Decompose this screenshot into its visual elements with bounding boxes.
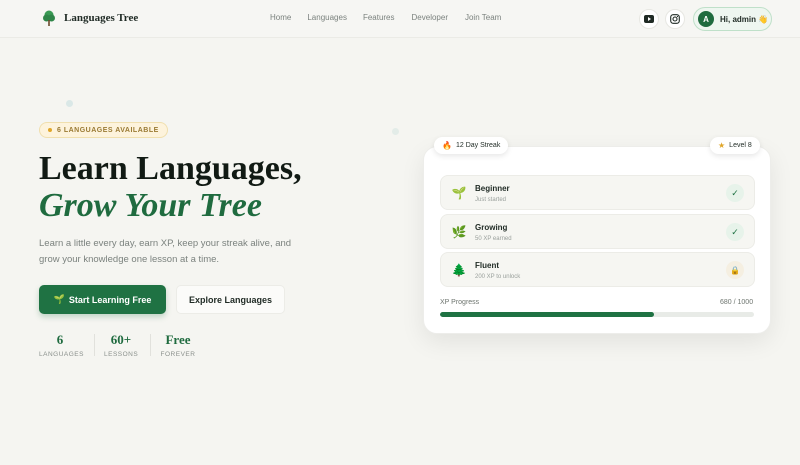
herb-icon: 🌿 (451, 225, 467, 239)
nav-developer[interactable]: Developer (412, 13, 448, 22)
stat-languages: 6 LANGUAGES (39, 332, 84, 358)
stat-value: 60+ (110, 332, 132, 347)
nav-languages[interactable]: Languages (307, 13, 347, 22)
instagram-icon (670, 14, 680, 24)
top-navbar: Languages Tree Home Languages Features D… (0, 0, 800, 38)
xp-progress-label: XP Progress (440, 299, 480, 306)
flame-icon: 🔥 (442, 141, 452, 150)
xp-progress-value: 680 / 1000 (720, 299, 754, 306)
nav-home[interactable]: Home (270, 13, 291, 22)
nav-join-team[interactable]: Join Team (465, 13, 501, 22)
decoration-dot (392, 128, 399, 135)
nav-features[interactable]: Features (363, 13, 395, 22)
evergreen-tree-icon: 🌲 (451, 263, 467, 277)
level-row-fluent[interactable]: 🌲 Fluent 200 XP to unlock 🔒 (440, 252, 755, 287)
start-learning-label: Start Learning Free (68, 294, 152, 305)
languages-badge: 6 LANGUAGES AVAILABLE (39, 122, 168, 138)
level-subtitle: 200 XP to unlock (475, 274, 521, 280)
badge-text: 6 LANGUAGES AVAILABLE (57, 126, 159, 134)
level-subtitle: Just started (475, 197, 507, 203)
tree-icon (43, 10, 55, 26)
stat-label: LESSONS (104, 351, 139, 358)
xp-progress-fill (440, 312, 654, 317)
stat-value: 6 (56, 332, 64, 347)
stat-label: LANGUAGES (39, 351, 84, 358)
check-icon: ✓ (726, 184, 744, 202)
lock-icon: 🔒 (726, 261, 744, 279)
level-row-growing[interactable]: 🌿 Growing 50 XP earned ✓ (440, 214, 755, 249)
user-menu-button[interactable]: A Hi, admin 👋 (693, 7, 772, 31)
check-icon: ✓ (726, 223, 744, 241)
decoration-dot (66, 100, 73, 107)
brand-logo[interactable]: Languages Tree (42, 10, 138, 26)
stat-value: Free (165, 332, 191, 347)
instagram-button[interactable] (665, 9, 685, 29)
explore-languages-button[interactable]: Explore Languages (176, 285, 285, 314)
level-row-beginner[interactable]: 🌱 Beginner Just started ✓ (440, 175, 755, 210)
avatar: A (698, 11, 714, 27)
hero-description: Learn a little every day, earn XP, keep … (39, 238, 292, 265)
stat-label: FOREVER (160, 351, 196, 358)
stat-divider (94, 334, 95, 356)
stat-free: Free FOREVER (160, 332, 196, 358)
level-name: Growing (475, 223, 508, 232)
youtube-button[interactable] (639, 9, 659, 29)
main-nav: Home Languages Features Developer Join T… (270, 13, 501, 22)
stat-lessons: 60+ LESSONS (104, 332, 138, 358)
youtube-icon (644, 15, 654, 23)
seedling-icon: 🌱 (451, 186, 467, 200)
level-subtitle: 50 XP earned (475, 236, 512, 242)
start-learning-button[interactable]: 🌱 Start Learning Free (39, 285, 166, 314)
level-name: Fluent (475, 261, 499, 270)
xp-progress-bar (440, 312, 754, 317)
stat-divider (150, 334, 151, 356)
level-name: Beginner (475, 184, 510, 193)
level-text: Level 8 (729, 142, 752, 149)
brand-name: Languages Tree (64, 12, 139, 24)
level-pill: ★ Level 8 (710, 137, 760, 154)
star-icon: ★ (718, 141, 726, 150)
streak-pill: 🔥 12 Day Streak (434, 137, 509, 154)
streak-text: 12 Day Streak (455, 142, 501, 149)
sprout-icon: 🌱 (53, 294, 65, 304)
hero-title: Learn Languages, (39, 150, 302, 187)
hero-title-accent: Grow Your Tree (39, 187, 262, 224)
user-greeting: Hi, admin 👋 (720, 14, 769, 24)
badge-dot (48, 128, 52, 132)
